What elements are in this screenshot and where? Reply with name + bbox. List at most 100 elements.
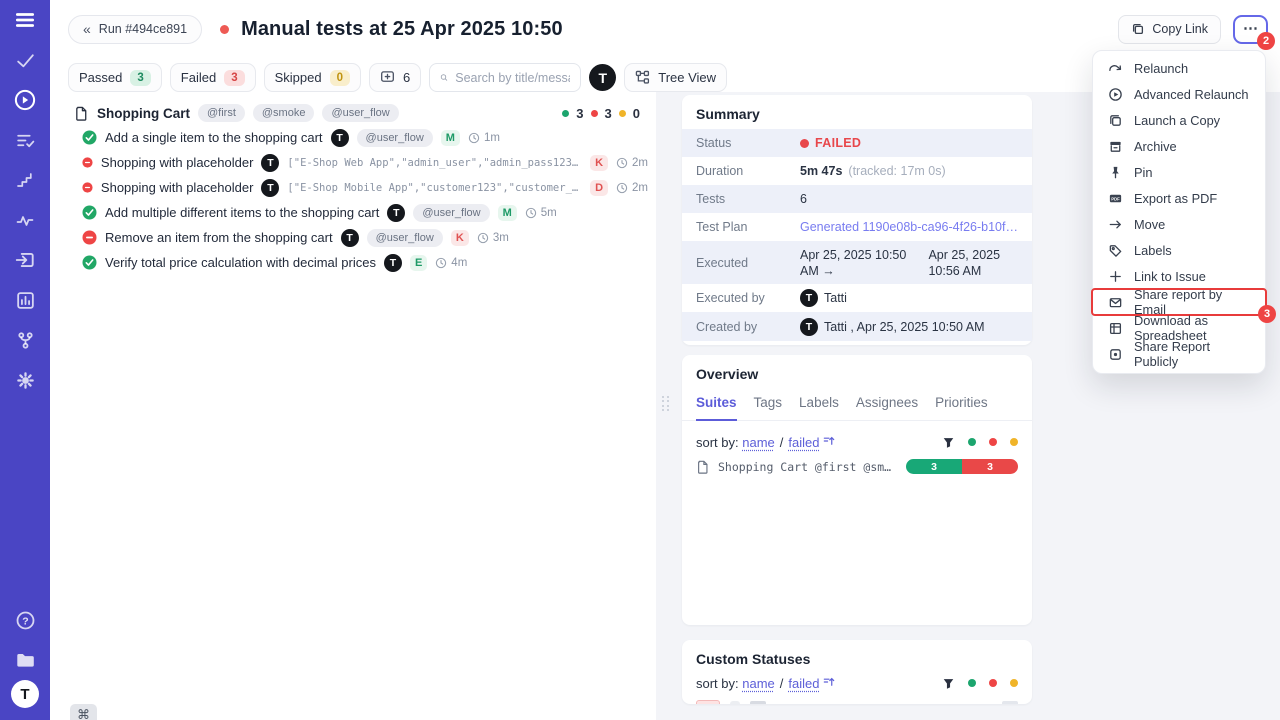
test-tag[interactable]: @user_flow bbox=[357, 129, 433, 147]
sidebar: ? T bbox=[0, 0, 50, 720]
summary-row-created-by: Created by TTatti , Apr 25, 2025 10:50 A… bbox=[682, 312, 1032, 341]
sidebar-item-runs[interactable] bbox=[0, 80, 50, 120]
menu-item-advanced-relaunch[interactable]: Advanced Relaunch bbox=[1093, 81, 1265, 107]
executed-from: Apr 25, 2025 10:50 AM → bbox=[800, 247, 916, 279]
plus-icon bbox=[1108, 269, 1123, 284]
test-plan-link[interactable]: Generated 1190e08b-ca96-4f26-b10f-d6dc… bbox=[800, 220, 1018, 234]
passed-filter-dot[interactable] bbox=[968, 438, 976, 446]
failed-label: Failed bbox=[181, 70, 216, 85]
menu-item-launch-a-copy[interactable]: Launch a Copy bbox=[1093, 107, 1265, 133]
failed-icon bbox=[82, 155, 93, 170]
panel-resize-handle[interactable] bbox=[661, 393, 670, 414]
menu-item-export-as-pdf[interactable]: PDF Export as PDF bbox=[1093, 185, 1265, 211]
sort-by-failed-link[interactable]: failed bbox=[788, 676, 819, 691]
sidebar-item-pulse[interactable] bbox=[0, 200, 50, 240]
menu-item-move[interactable]: Move bbox=[1093, 211, 1265, 237]
sort-by-failed-link[interactable]: failed bbox=[788, 435, 819, 450]
overview-suite-row[interactable]: Shopping Cart @first @smoke … 3 3 bbox=[696, 459, 1018, 474]
filter-passed-button[interactable]: Passed 3 bbox=[68, 63, 162, 92]
test-row[interactable]: Shopping with placeholder T ["E-Shop Web… bbox=[74, 150, 648, 175]
step-3-badge: 3 bbox=[1258, 305, 1276, 323]
comments-filter-button[interactable]: 6 bbox=[369, 63, 421, 92]
failed-filter-dot[interactable] bbox=[989, 679, 997, 687]
failed-count-badge: 3 bbox=[224, 70, 244, 86]
skipped-dot-icon bbox=[619, 110, 626, 117]
suite-tag[interactable]: @first bbox=[198, 104, 245, 122]
menu-item-download-as-spreadsheet[interactable]: Download as Spreadsheet bbox=[1093, 315, 1265, 341]
share-publicly-icon bbox=[1108, 347, 1123, 362]
test-row[interactable]: Remove an item from the shopping cart T … bbox=[74, 225, 648, 250]
tree-view-button[interactable]: Tree View bbox=[624, 63, 727, 92]
command-key-shortcut[interactable]: ⌘ bbox=[70, 704, 97, 720]
copy-icon bbox=[1108, 113, 1123, 128]
run-actions-menu: Relaunch Advanced Relaunch Launch a Copy… bbox=[1092, 50, 1266, 374]
sidebar-item-branches[interactable] bbox=[0, 320, 50, 360]
play-circle-icon bbox=[13, 88, 37, 112]
app-logo-avatar[interactable]: T bbox=[589, 64, 616, 91]
arrow-right-icon bbox=[1108, 217, 1123, 232]
filter-funnel-icon[interactable] bbox=[942, 436, 955, 449]
assignee-avatar: T bbox=[341, 229, 359, 247]
search-box bbox=[429, 63, 581, 92]
menu-item-archive[interactable]: Archive bbox=[1093, 133, 1265, 159]
skipped-filter-dot[interactable] bbox=[1010, 438, 1018, 446]
skipped-filter-dot[interactable] bbox=[1010, 679, 1018, 687]
sort-by-name-link[interactable]: name bbox=[742, 676, 775, 691]
passed-count-badge: 3 bbox=[130, 70, 150, 86]
passed-filter-dot[interactable] bbox=[968, 679, 976, 687]
suite-header[interactable]: Shopping Cart @first @smoke @user_flow 3… bbox=[74, 101, 648, 125]
suite-failed-count: 3 bbox=[605, 106, 612, 121]
menu-item-pin[interactable]: Pin bbox=[1093, 159, 1265, 185]
sidebar-item-test-plans[interactable] bbox=[0, 120, 50, 160]
failed-icon bbox=[82, 180, 93, 195]
sidebar-item-settings[interactable] bbox=[0, 360, 50, 400]
suite-name[interactable]: Shopping Cart bbox=[97, 106, 190, 121]
test-duration: 1m bbox=[468, 132, 500, 144]
failed-filter-dot[interactable] bbox=[989, 438, 997, 446]
test-row[interactable]: Shopping with placeholder T ["E-Shop Mob… bbox=[74, 175, 648, 200]
test-row[interactable]: Add a single item to the shopping cart T… bbox=[74, 125, 648, 150]
filter-funnel-icon[interactable] bbox=[942, 677, 955, 690]
copy-link-button[interactable]: Copy Link bbox=[1118, 15, 1221, 44]
tab-priorities[interactable]: Priorities bbox=[935, 395, 988, 420]
suite-tag[interactable]: @user_flow bbox=[322, 104, 398, 122]
filter-failed-button[interactable]: Failed 3 bbox=[170, 63, 256, 92]
menu-item-link-to-issue[interactable]: Link to Issue bbox=[1093, 263, 1265, 289]
tab-labels[interactable]: Labels bbox=[799, 395, 839, 420]
back-to-run-button[interactable]: « Run #494ce891 bbox=[68, 15, 202, 44]
user-logo-avatar[interactable]: T bbox=[11, 680, 39, 708]
suite-tag[interactable]: @smoke bbox=[253, 104, 315, 122]
tab-assignees[interactable]: Assignees bbox=[856, 395, 918, 420]
sidebar-item-help[interactable]: ? bbox=[0, 600, 50, 640]
failed-dot-icon bbox=[800, 139, 809, 148]
sidebar-item-projects[interactable] bbox=[0, 640, 50, 680]
sidebar-item-analytics[interactable] bbox=[0, 280, 50, 320]
sidebar-item-import[interactable] bbox=[0, 240, 50, 280]
test-tag[interactable]: @user_flow bbox=[367, 229, 443, 247]
menu-item-share-report-by-email[interactable]: Share report by Email 3 bbox=[1093, 289, 1265, 315]
pin-icon bbox=[1108, 165, 1123, 180]
sort-by-name-link[interactable]: name bbox=[742, 435, 775, 450]
menu-item-relaunch[interactable]: Relaunch bbox=[1093, 55, 1265, 81]
menu-item-share-report-publicly[interactable]: Share Report Publicly bbox=[1093, 341, 1265, 367]
menu-item-labels[interactable]: Labels bbox=[1093, 237, 1265, 263]
passed-bar-segment: 3 bbox=[906, 459, 962, 474]
tab-suites[interactable]: Suites bbox=[696, 395, 737, 421]
sidebar-item-tests[interactable] bbox=[0, 40, 50, 80]
comment-plus-icon bbox=[380, 70, 395, 85]
sort-ascending-icon[interactable] bbox=[819, 675, 835, 691]
suite-result-bar[interactable]: 3 3 bbox=[906, 459, 1018, 474]
play-circle-icon bbox=[1108, 87, 1123, 102]
menu-hamburger-icon[interactable] bbox=[0, 0, 50, 40]
summary-row-tests: Tests 6 bbox=[682, 185, 1032, 213]
sidebar-item-steps[interactable] bbox=[0, 160, 50, 200]
test-row[interactable]: Add multiple different items to the shop… bbox=[74, 200, 648, 225]
test-row[interactable]: Verify total price calculation with deci… bbox=[74, 250, 648, 275]
executed-by-name: Tatti bbox=[824, 291, 847, 305]
test-duration: 2m bbox=[616, 157, 648, 169]
search-input[interactable] bbox=[455, 71, 570, 85]
sort-ascending-icon[interactable] bbox=[819, 434, 835, 450]
filter-skipped-button[interactable]: Skipped 0 bbox=[264, 63, 361, 92]
tab-tags[interactable]: Tags bbox=[754, 395, 783, 420]
test-tag[interactable]: @user_flow bbox=[413, 204, 489, 222]
